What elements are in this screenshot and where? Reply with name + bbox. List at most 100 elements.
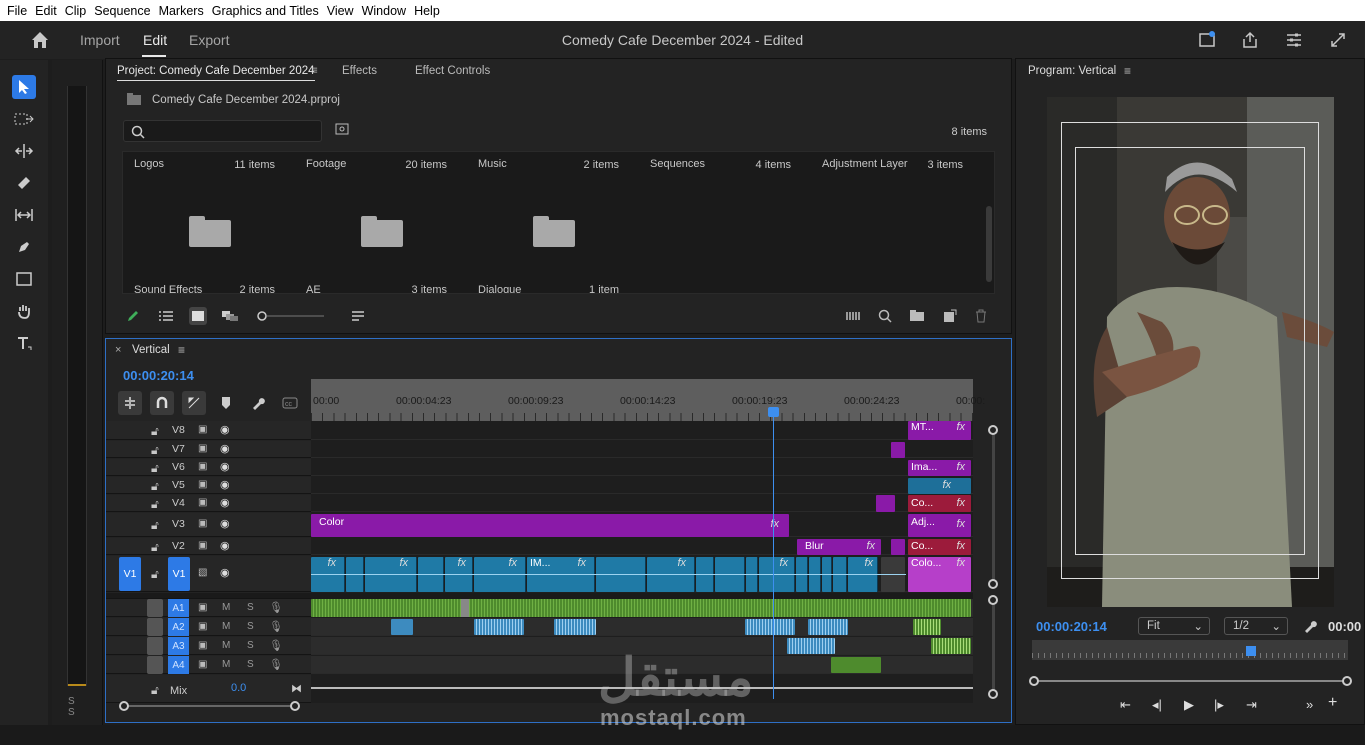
playhead-line[interactable]	[773, 407, 774, 699]
lock-icon[interactable]: 🔓︎	[151, 479, 159, 494]
bins-scrollbar[interactable]	[986, 206, 992, 282]
add-marker-icon[interactable]	[220, 396, 232, 413]
clip-v3-adjustment[interactable]: Adj... fx	[908, 514, 971, 537]
mute-button[interactable]: M	[222, 621, 230, 632]
zoom-handle-right[interactable]	[290, 701, 300, 711]
sync-lock-icon[interactable]: ▣	[198, 443, 207, 454]
quick-export-icon[interactable]	[1197, 30, 1217, 50]
sync-lock-icon[interactable]: ▣	[198, 461, 207, 472]
insert-sequence-nest-icon[interactable]	[118, 391, 142, 415]
program-video-frame[interactable]	[1047, 97, 1334, 607]
solo-button[interactable]: S	[247, 640, 254, 651]
lock-icon[interactable]: 🔓︎	[151, 683, 159, 698]
track-header-a1[interactable]: A1 ▣ M S 🎙︎	[106, 599, 311, 617]
eye-icon[interactable]: ◉	[220, 478, 230, 491]
type-tool-icon[interactable]	[12, 331, 36, 355]
lock-icon[interactable]: 🔓︎	[151, 497, 159, 512]
sync-lock-icon[interactable]: ▣	[198, 640, 207, 651]
clip-v3-color[interactable]: Color fx	[311, 514, 789, 537]
eye-icon[interactable]: ◉	[220, 517, 230, 530]
panel-menu-icon[interactable]: ≡	[1124, 64, 1131, 78]
clip-v5[interactable]: fx	[908, 478, 971, 494]
microphone-icon[interactable]: 🎙︎	[269, 639, 283, 652]
add-button-icon[interactable]: +	[1328, 694, 1337, 712]
go-to-in-icon[interactable]: ⇤	[1120, 697, 1131, 713]
trash-icon[interactable]	[972, 307, 990, 325]
track-header-v1[interactable]: V1 🔓︎ V1 ▧ ◉	[106, 556, 311, 592]
menu-view[interactable]: View	[324, 4, 359, 18]
lock-icon[interactable]	[147, 656, 163, 674]
scroll-handle-bottom[interactable]	[988, 689, 998, 699]
eye-icon[interactable]: ◉	[220, 460, 230, 473]
more-controls-icon[interactable]: »	[1306, 697, 1313, 712]
scroll-handle-top[interactable]	[988, 425, 998, 435]
panel-menu-icon[interactable]: ≡	[311, 65, 318, 77]
tab-effect-controls[interactable]: Effect Controls	[415, 65, 490, 77]
track-header-v5[interactable]: 🔓︎ V5 ▣ ◉	[106, 477, 311, 494]
clip-v6-image[interactable]: Ima... fx	[908, 460, 971, 476]
clip-v2-blur[interactable]: Blur fx	[797, 539, 881, 555]
clip-v4-color[interactable]: Co... fx	[908, 495, 971, 512]
menu-graphics[interactable]: Graphics and Titles	[209, 4, 324, 18]
timeline-timecode[interactable]: 00:00:20:14	[123, 368, 194, 383]
play-icon[interactable]: ▶	[1184, 697, 1194, 713]
clip-a1-keyframe[interactable]	[461, 599, 469, 617]
track-header-v6[interactable]: 🔓︎ V6 ▣ ◉	[106, 459, 311, 476]
eye-icon[interactable]: ◉	[220, 423, 230, 436]
new-item-icon[interactable]	[941, 307, 959, 325]
playhead-handle[interactable]	[768, 407, 779, 417]
clip-a3[interactable]	[787, 638, 835, 654]
close-icon[interactable]: ×	[115, 344, 121, 356]
menu-file[interactable]: File	[4, 4, 32, 18]
share-icon[interactable]	[1240, 30, 1260, 50]
menu-clip[interactable]: Clip	[62, 4, 92, 18]
clip-a3[interactable]	[931, 638, 971, 654]
microphone-icon[interactable]: 🎙︎	[269, 620, 283, 633]
track-select-tool-icon[interactable]	[12, 107, 36, 131]
fullscreen-icon[interactable]	[1328, 30, 1348, 50]
clip-a2[interactable]	[808, 619, 848, 635]
track-target-a3[interactable]: A3	[168, 637, 189, 655]
sync-lock-off-icon[interactable]: ▧	[198, 567, 207, 578]
solo-button[interactable]: S	[247, 602, 254, 613]
track-target-a4[interactable]: A4	[168, 656, 189, 674]
track-header-a2[interactable]: A2 ▣ M S 🎙︎	[106, 618, 311, 636]
opacity-rubberband[interactable]	[311, 574, 906, 575]
hand-tool-icon[interactable]	[12, 299, 36, 323]
lock-icon[interactable]: 🔓︎	[151, 518, 159, 533]
track-header-v8[interactable]: 🔓︎ V8 ▣ ◉	[106, 421, 311, 440]
track-header-a3[interactable]: A3 ▣ M S 🎙︎	[106, 637, 311, 655]
ripple-edit-tool-icon[interactable]	[12, 139, 36, 163]
tab-project[interactable]: Project: Comedy Cafe December 2024	[117, 65, 315, 81]
find-icon[interactable]	[876, 307, 894, 325]
pencil-icon[interactable]	[124, 307, 142, 325]
clip-v7[interactable]	[891, 442, 905, 458]
timeline-ruler[interactable]: 00:00 00:00:04:23 00:00:09:23 00:00:14:2…	[311, 379, 985, 421]
zoom-handle-right[interactable]	[1342, 676, 1352, 686]
lock-icon[interactable]: 🔓︎	[151, 540, 159, 555]
sync-lock-icon[interactable]: ▣	[198, 497, 207, 508]
track-header-mix[interactable]: 🔓︎ Mix 0.0 ⧓	[106, 675, 311, 703]
track-target-a1[interactable]: A1	[168, 599, 189, 617]
new-bin-icon[interactable]	[908, 307, 926, 325]
panel-menu-icon[interactable]: ≡	[178, 343, 185, 357]
audio-tracks-scrollbar[interactable]	[992, 601, 995, 695]
snap-icon[interactable]	[150, 391, 174, 415]
clip-v4-small[interactable]	[876, 495, 895, 512]
sync-lock-icon[interactable]: ▣	[198, 621, 207, 632]
clip-a2[interactable]	[554, 619, 596, 635]
lock-icon[interactable]: 🔓︎	[151, 567, 159, 582]
menu-markers[interactable]: Markers	[156, 4, 209, 18]
wrench-icon[interactable]	[1303, 619, 1317, 636]
mute-button[interactable]: M	[222, 602, 230, 613]
slip-tool-icon[interactable]	[12, 203, 36, 227]
sync-lock-icon[interactable]: ▣	[198, 540, 207, 551]
bin-adjustment-layer[interactable]: Adjustment Layer 3 items	[811, 152, 983, 293]
mix-volume[interactable]: 0.0	[231, 682, 246, 694]
tab-effects[interactable]: Effects	[342, 65, 377, 77]
bin-sound-effects[interactable]: Sound Effects 2 items	[123, 152, 295, 293]
video-tracks-scrollbar[interactable]	[992, 429, 995, 581]
pen-tool-icon[interactable]	[12, 235, 36, 259]
source-patch-v1[interactable]: V1	[119, 557, 141, 591]
track-header-v3[interactable]: 🔓︎ V3 ▣ ◉	[106, 513, 311, 537]
